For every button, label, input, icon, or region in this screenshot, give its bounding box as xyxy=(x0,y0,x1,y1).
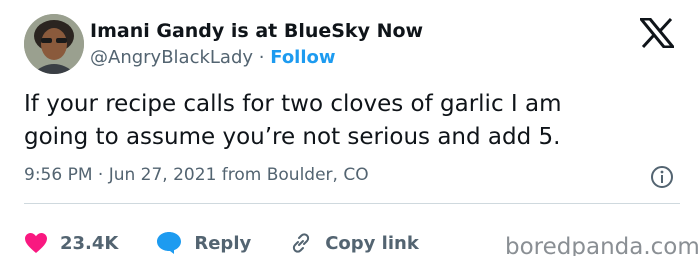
divider xyxy=(24,203,680,204)
link-icon xyxy=(293,233,310,253)
copy-link-label: Copy link xyxy=(325,232,419,254)
heart-icon xyxy=(25,233,47,253)
tweet-text-line: If your recipe calls for two cloves of g… xyxy=(24,91,562,117)
reply-label: Reply xyxy=(194,232,252,254)
avatar[interactable] xyxy=(24,14,84,74)
tweet-text-line: going to assume you’re not serious and a… xyxy=(24,124,561,150)
info-icon[interactable] xyxy=(650,165,674,189)
action-bar: 23.4K Reply Copy link xyxy=(24,231,457,255)
tweet-timestamp[interactable]: 9:56 PM · Jun 27, 2021 from Boulder, CO xyxy=(24,165,369,185)
follow-button[interactable]: Follow xyxy=(270,47,335,68)
tweet-text: If your recipe calls for two cloves of g… xyxy=(24,88,674,154)
separator: · xyxy=(258,47,265,68)
author-handle-row: @AngryBlackLady · Follow xyxy=(90,47,336,68)
author-name[interactable]: Imani Gandy is at BlueSky Now xyxy=(90,20,423,42)
like-count: 23.4K xyxy=(60,232,119,254)
watermark: boredpanda.com xyxy=(505,234,700,256)
reply-button[interactable]: Reply xyxy=(156,231,251,255)
x-logo-icon[interactable] xyxy=(640,18,674,48)
author-handle[interactable]: @AngryBlackLady xyxy=(90,47,253,68)
reply-bubble-icon xyxy=(157,232,182,254)
copy-link-button[interactable]: Copy link xyxy=(289,231,419,255)
avatar-image xyxy=(24,14,84,74)
like-button[interactable]: 23.4K xyxy=(24,232,118,254)
